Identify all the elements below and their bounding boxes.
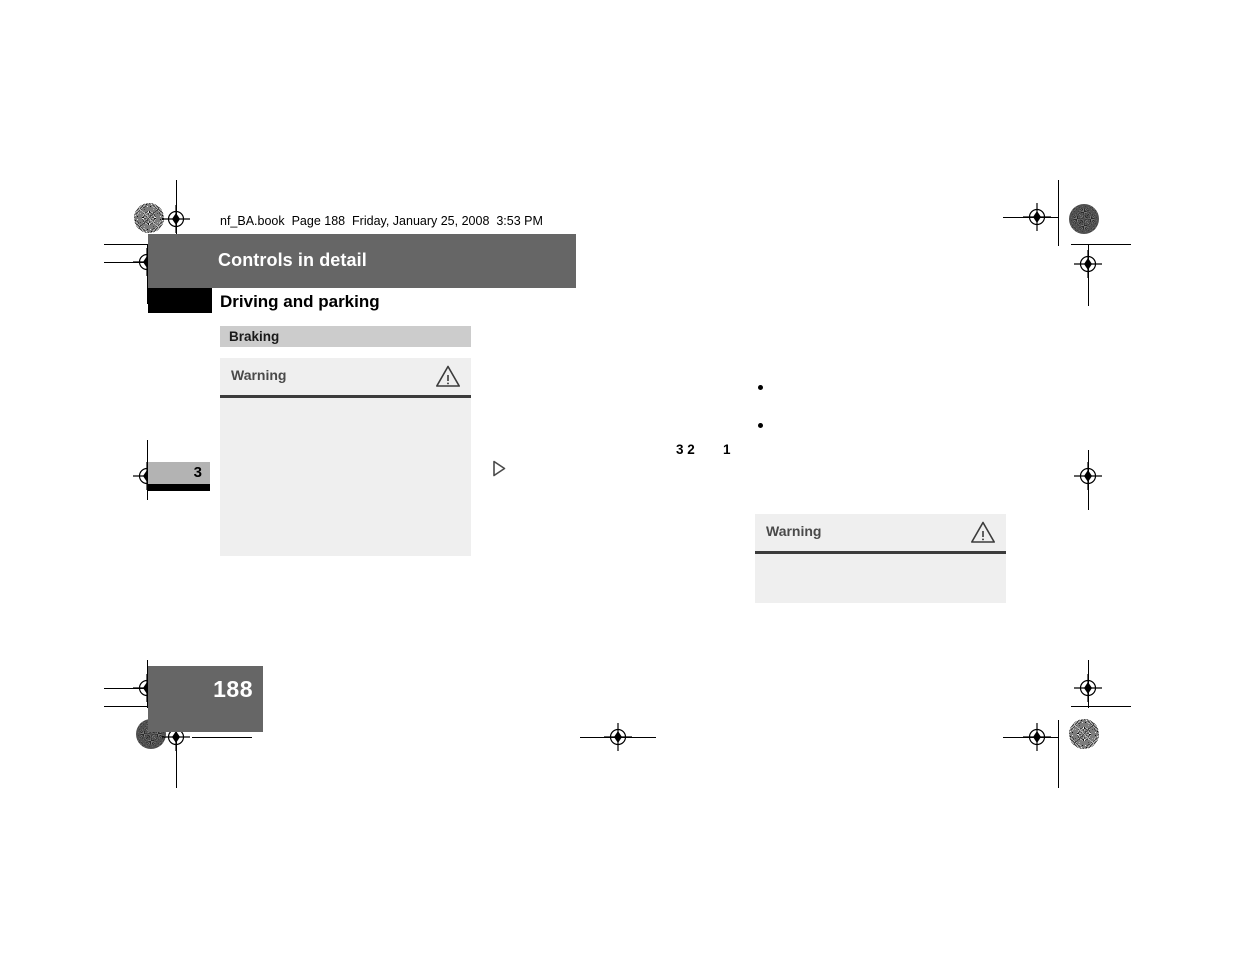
registration-mark: [1074, 462, 1102, 490]
callout-number-group: 3 2: [676, 442, 695, 457]
list-item-bullet: [758, 423, 763, 428]
warning-body: [755, 554, 1006, 603]
subsection-label: Braking: [229, 329, 280, 344]
density-patch: [134, 203, 164, 233]
warning-header: Warning: [755, 514, 1006, 554]
list-item-bullet: [758, 385, 763, 390]
warning-label: Warning: [231, 367, 287, 383]
chapter-title: Controls in detail: [218, 250, 367, 270]
section-title: Driving and parking: [220, 292, 380, 311]
page-canvas: nf_BA.book Page 188 Friday, January 25, …: [0, 0, 1235, 954]
registration-mark: [162, 205, 190, 233]
warning-label: Warning: [766, 523, 822, 539]
continuation-triangle-icon: [491, 460, 507, 477]
page-number-block: 188: [148, 666, 263, 732]
subsection-bar: Braking: [220, 326, 471, 347]
chapter-tab-number: 3: [193, 464, 202, 481]
crop-mark-line: [1058, 180, 1059, 246]
crop-mark-line: [1071, 706, 1131, 707]
warning-triangle-icon: [435, 364, 461, 388]
warning-triangle-icon: [970, 520, 996, 544]
crop-mark-line: [192, 737, 252, 738]
crop-mark-line: [580, 737, 656, 738]
crop-mark-line: [1071, 244, 1131, 245]
chapter-tab: 3: [148, 462, 210, 484]
file-info-header: nf_BA.book Page 188 Friday, January 25, …: [220, 214, 543, 228]
warning-box: Warning: [755, 514, 1006, 603]
warning-body: [220, 398, 471, 556]
page-number: 188: [213, 676, 253, 702]
crop-mark-line: [1058, 720, 1059, 788]
warning-box: Warning: [220, 358, 471, 556]
registration-mark: [1074, 250, 1102, 278]
chapter-tab-underline: [148, 484, 210, 491]
registration-mark: [1074, 674, 1102, 702]
chapter-black-marker: [148, 288, 212, 313]
density-patch: [1069, 719, 1099, 749]
registration-mark: [1023, 723, 1051, 751]
registration-mark: [1023, 203, 1051, 231]
density-patch: [1069, 204, 1099, 234]
chapter-banner: Controls in detail: [148, 234, 576, 288]
callout-number-group: 1: [723, 442, 731, 457]
warning-header: Warning: [220, 358, 471, 398]
